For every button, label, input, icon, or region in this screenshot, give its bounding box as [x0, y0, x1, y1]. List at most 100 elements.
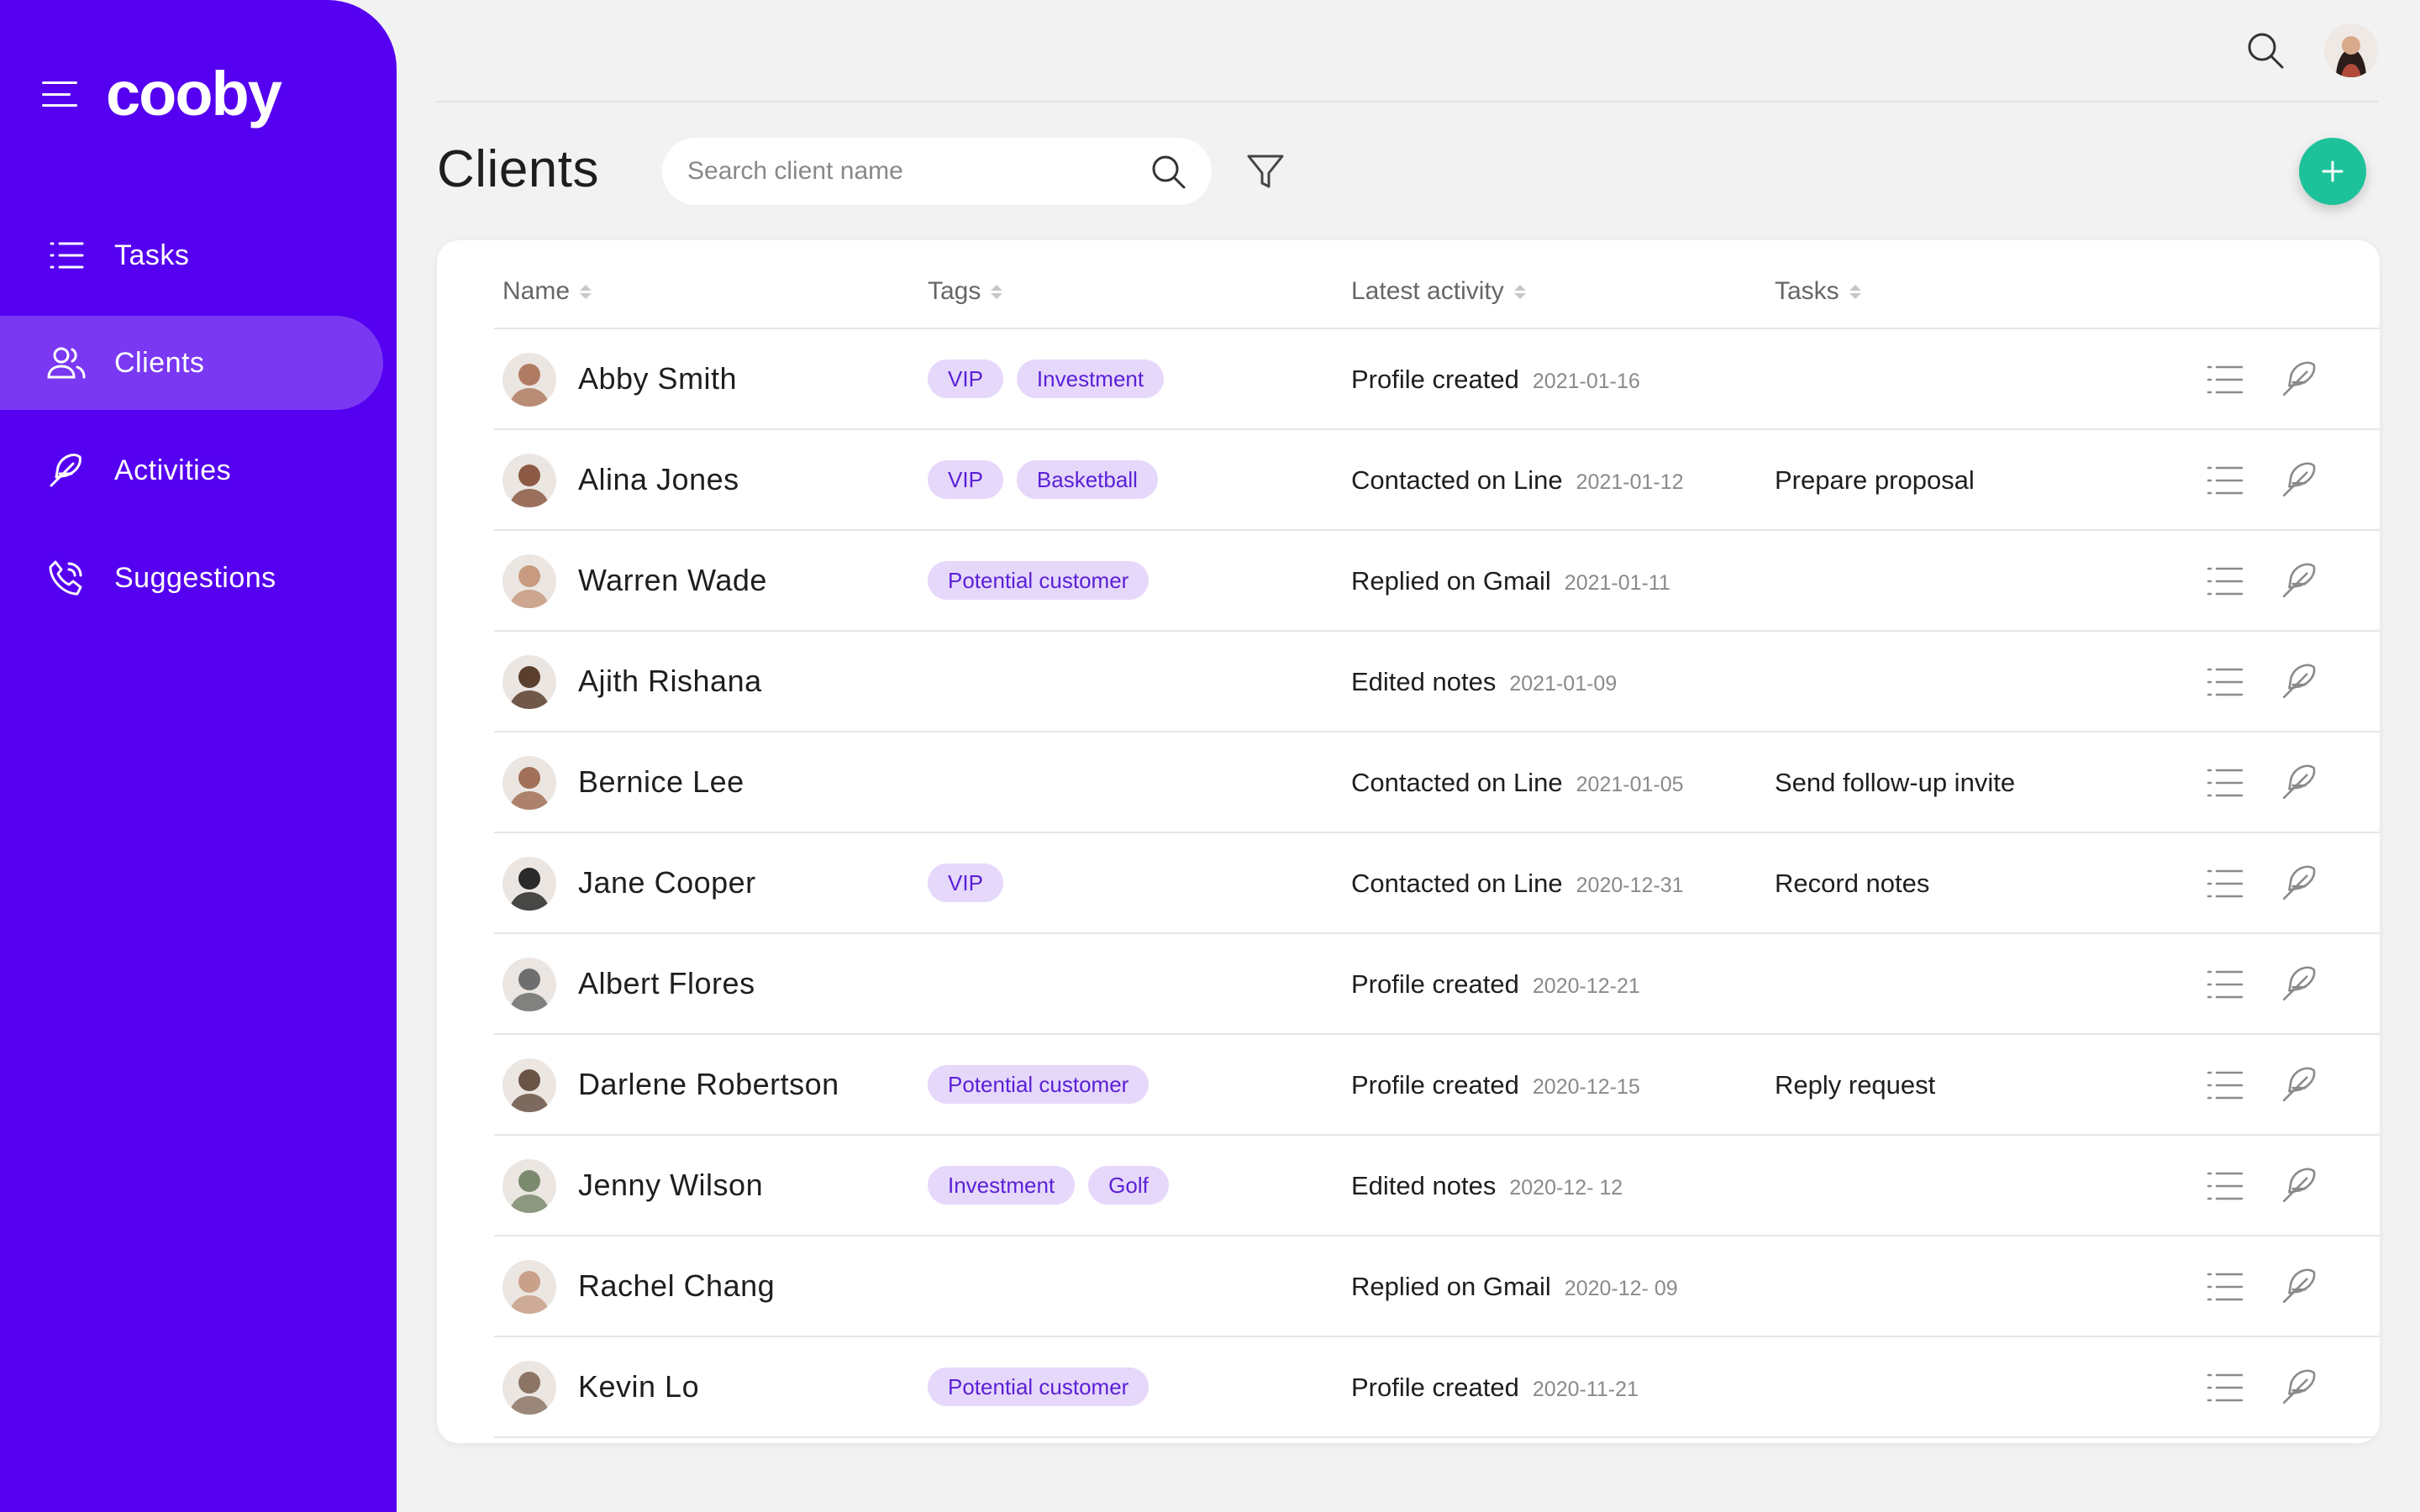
task-list-icon[interactable]	[2207, 867, 2244, 900]
client-name[interactable]: Ajith Rishana	[578, 664, 762, 699]
users-icon	[47, 344, 86, 382]
task-list-icon[interactable]	[2207, 968, 2244, 1001]
task-text[interactable]: Record notes	[1775, 869, 1929, 899]
sort-icon	[1849, 284, 1861, 299]
client-name[interactable]: Darlene Robertson	[578, 1067, 839, 1102]
sidebar-item-suggestions[interactable]: Suggestions	[0, 531, 397, 625]
tag-badge[interactable]: Potential customer	[928, 1368, 1150, 1406]
task-list-icon[interactable]	[2207, 363, 2244, 396]
client-name[interactable]: Kevin Lo	[578, 1369, 699, 1404]
tag-badge[interactable]: VIP	[928, 460, 1003, 499]
client-avatar	[502, 1260, 556, 1314]
column-header-tags[interactable]: Tags	[928, 277, 1003, 306]
feather-icon[interactable]	[2281, 763, 2319, 801]
task-list-icon[interactable]	[2207, 1270, 2244, 1304]
tag-badge[interactable]: Golf	[1088, 1166, 1169, 1205]
hamburger-menu-icon[interactable]	[42, 81, 77, 107]
feather-icon[interactable]	[2281, 964, 2319, 1003]
client-name[interactable]: Jenny Wilson	[578, 1168, 763, 1203]
activity-text: Profile created	[1351, 1373, 1519, 1402]
sidebar-item-tasks[interactable]: Tasks	[0, 208, 397, 302]
sidebar-item-label: Suggestions	[114, 561, 276, 594]
top-divider	[437, 101, 2378, 102]
tag-badge[interactable]: Investment	[1016, 360, 1165, 398]
activity-text: Profile created	[1351, 365, 1519, 394]
table-row[interactable]: Ajith Rishana Edited notes 2021-01-09	[494, 632, 2380, 732]
task-text[interactable]: Prepare proposal	[1775, 465, 1975, 496]
table-row[interactable]: Alina Jones VIP Basketball Contacted on Lin…	[494, 430, 2380, 531]
task-text[interactable]: Reply request	[1775, 1070, 1935, 1100]
user-avatar[interactable]	[2324, 24, 2378, 77]
client-name[interactable]: Bernice Lee	[578, 764, 744, 800]
tag-badge[interactable]: Potential customer	[928, 1065, 1150, 1104]
table-header: Name Tags Latest activity Tasks	[494, 240, 2380, 329]
task-list-icon[interactable]	[2207, 766, 2244, 800]
task-list-icon[interactable]	[2207, 1068, 2244, 1102]
client-name[interactable]: Jane Cooper	[578, 865, 756, 900]
feather-icon[interactable]	[2281, 1267, 2319, 1305]
feather-icon[interactable]	[2281, 360, 2319, 398]
table-row[interactable]: Rachel Chang Replied on Gmail 2020-12- 09	[494, 1236, 2380, 1337]
tag-badge[interactable]: Investment	[928, 1166, 1076, 1205]
tag-list: VIP Investment	[928, 360, 1165, 398]
activity-text: Profile created	[1351, 969, 1519, 999]
table-row[interactable]: Bernice Lee Contacted on Line 2021-01-05 Se…	[494, 732, 2380, 833]
table-row[interactable]: Jane Cooper VIP Contacted on Line 2020-12-3…	[494, 833, 2380, 934]
search-input[interactable]	[687, 138, 1124, 205]
table-row[interactable]: Jenny Wilson Investment Golf Edited notes 20…	[494, 1136, 2380, 1236]
table-row[interactable]: Kevin Lo Potential customer Profile create…	[494, 1337, 2380, 1438]
global-search-icon[interactable]	[2245, 30, 2286, 71]
activity-text: Edited notes	[1351, 667, 1497, 696]
client-avatar	[502, 1058, 556, 1112]
feather-icon[interactable]	[2281, 1065, 2319, 1104]
table-row[interactable]: Abby Smith VIP Investment Profile created 20…	[494, 329, 2380, 430]
table-row[interactable]: Albert Flores Profile created 2020-12-21	[494, 934, 2380, 1035]
search-icon[interactable]	[1150, 153, 1186, 190]
client-avatar	[502, 554, 556, 608]
client-name[interactable]: Alina Jones	[578, 462, 739, 497]
task-list-icon[interactable]	[2207, 564, 2244, 598]
feather-icon[interactable]	[2281, 1166, 2319, 1205]
column-header-tasks[interactable]: Tasks	[1775, 277, 1861, 306]
feather-icon[interactable]	[2281, 1368, 2319, 1406]
column-label: Latest activity	[1351, 277, 1504, 305]
task-list-icon[interactable]	[2207, 665, 2244, 699]
client-name[interactable]: Rachel Chang	[578, 1268, 775, 1304]
add-client-button[interactable]	[2299, 138, 2366, 205]
column-header-name[interactable]: Name	[502, 277, 592, 306]
table-row[interactable]: Warren Wade Potential customer Replied on …	[494, 531, 2380, 632]
task-list-icon[interactable]	[2207, 1371, 2244, 1404]
client-name[interactable]: Warren Wade	[578, 563, 767, 598]
table-row[interactable]: Darlene Robertson Potential customer Profi…	[494, 1035, 2380, 1136]
activity-date: 2021-01-12	[1576, 470, 1684, 494]
feather-icon[interactable]	[2281, 864, 2319, 902]
column-header-latest-activity[interactable]: Latest activity	[1351, 277, 1526, 306]
sort-icon	[580, 284, 592, 299]
client-name[interactable]: Abby Smith	[578, 361, 737, 396]
sidebar-item-activities[interactable]: Activities	[0, 423, 397, 517]
task-list-icon[interactable]	[2207, 464, 2244, 497]
tag-badge[interactable]: VIP	[928, 864, 1003, 902]
latest-activity: Replied on Gmail 2020-12- 09	[1351, 1272, 1678, 1302]
latest-activity: Profile created 2021-01-16	[1351, 365, 1640, 395]
client-avatar	[502, 756, 556, 810]
feather-icon[interactable]	[2281, 460, 2319, 499]
latest-activity: Edited notes 2020-12- 12	[1351, 1171, 1623, 1201]
feather-icon[interactable]	[2281, 561, 2319, 600]
logo-row: cooby	[42, 60, 282, 128]
feather-icon[interactable]	[2281, 662, 2319, 701]
column-label: Tasks	[1775, 277, 1839, 305]
tag-badge[interactable]: VIP	[928, 360, 1003, 398]
latest-activity: Edited notes 2021-01-09	[1351, 667, 1617, 697]
activity-text: Profile created	[1351, 1070, 1519, 1100]
plus-icon	[2322, 160, 2344, 182]
filter-icon[interactable]	[1245, 151, 1286, 192]
client-name[interactable]: Albert Flores	[578, 966, 755, 1001]
tag-badge[interactable]: Potential customer	[928, 561, 1150, 600]
task-list-icon[interactable]	[2207, 1169, 2244, 1203]
sort-icon	[991, 284, 1003, 299]
tag-badge[interactable]: Basketball	[1016, 460, 1158, 499]
task-text[interactable]: Send follow-up invite	[1775, 768, 2015, 798]
sidebar-item-clients[interactable]: Clients	[0, 316, 383, 410]
sidebar-nav: Tasks Clients Activities Suggestions	[0, 208, 397, 638]
